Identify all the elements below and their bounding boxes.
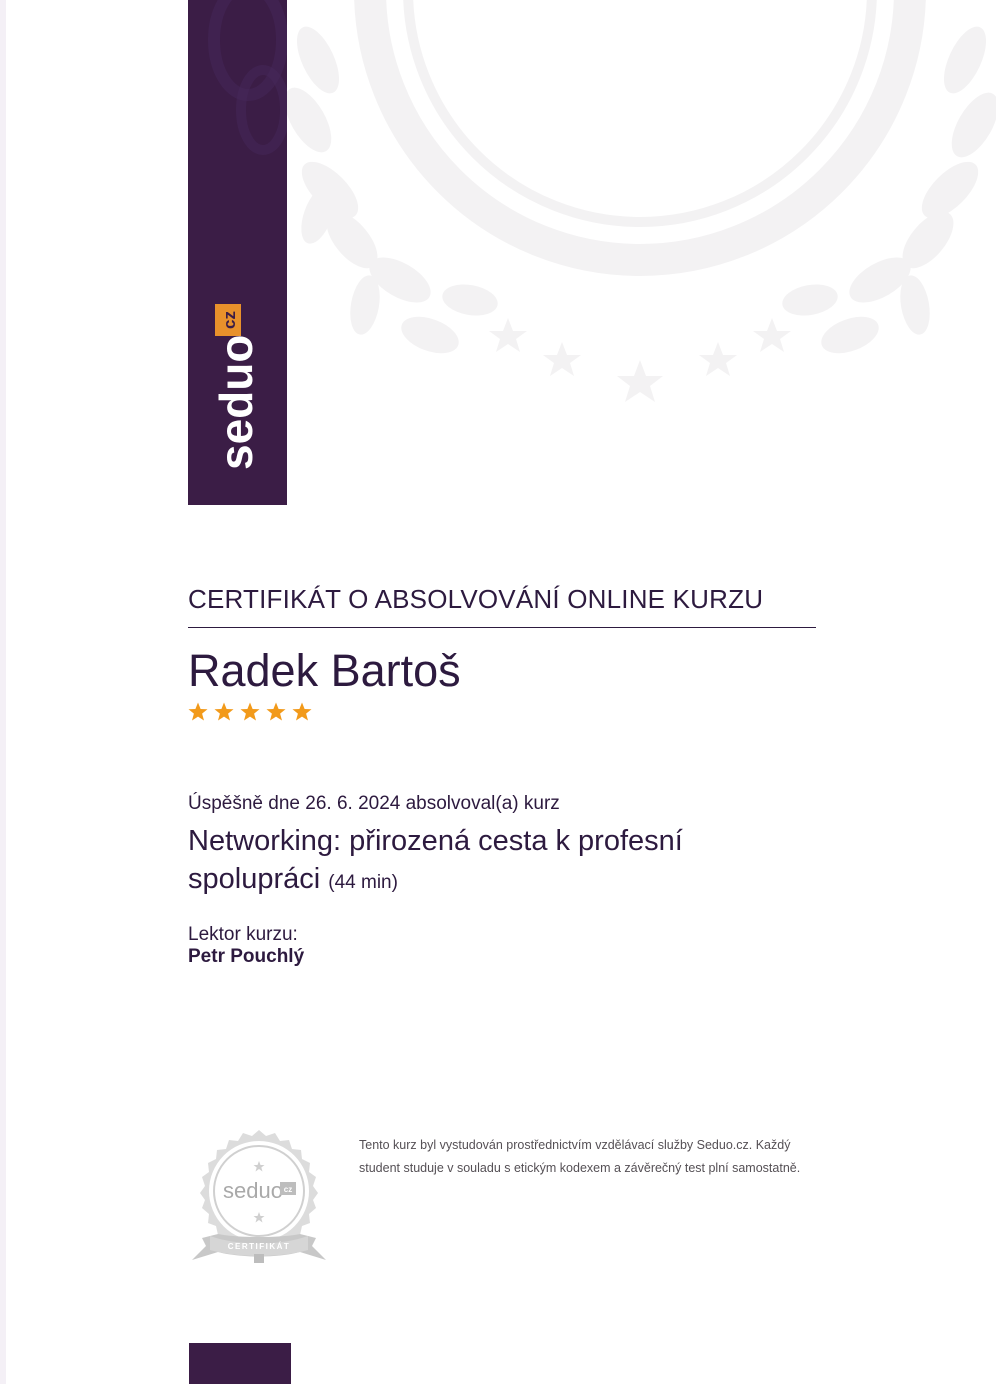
course-title: Networking: přirozená cesta k profesní s… — [188, 822, 808, 902]
certificate-seal-icon: seduo cz CERTIFIKÁT — [192, 1130, 326, 1263]
star-icon — [266, 702, 286, 721]
brand-banner: seduo cz — [188, 0, 287, 505]
rating-stars — [186, 700, 314, 724]
student-name: Radek Bartoš — [188, 645, 461, 696]
seal-ribbon-text: CERTIFIKÁT — [228, 1242, 291, 1251]
star-icon — [188, 702, 208, 721]
seal-logo-text: seduo — [223, 1178, 283, 1203]
star-icon — [214, 702, 234, 721]
course-name: Networking: přirozená cesta k profesní s… — [188, 825, 683, 895]
page-edge — [0, 0, 6, 1384]
completion-statement: Úspěšně dne 26. 6. 2024 absolvoval(a) ku… — [188, 793, 560, 814]
seduo-logo-text: seduo — [210, 335, 262, 470]
lector-label: Lektor kurzu: — [188, 924, 298, 945]
seal-logo-suffix: cz — [284, 1185, 292, 1194]
lector-name: Petr Pouchlý — [188, 946, 305, 967]
title-divider — [188, 627, 816, 628]
seduo-logo-suffix: cz — [220, 311, 239, 329]
seduo-logo: seduo cz — [208, 0, 287, 470]
footer-note: Tento kurz byl vystudován prostřednictví… — [359, 1138, 801, 1175]
certificate-title: CERTIFIKÁT O ABSOLVOVÁNÍ ONLINE KURZU — [188, 584, 764, 614]
star-icon — [240, 702, 260, 721]
brand-footer-block — [189, 1343, 291, 1384]
star-icon — [292, 702, 312, 721]
course-duration: (44 min) — [328, 872, 398, 893]
laurel-wreath-icon — [286, 0, 996, 402]
